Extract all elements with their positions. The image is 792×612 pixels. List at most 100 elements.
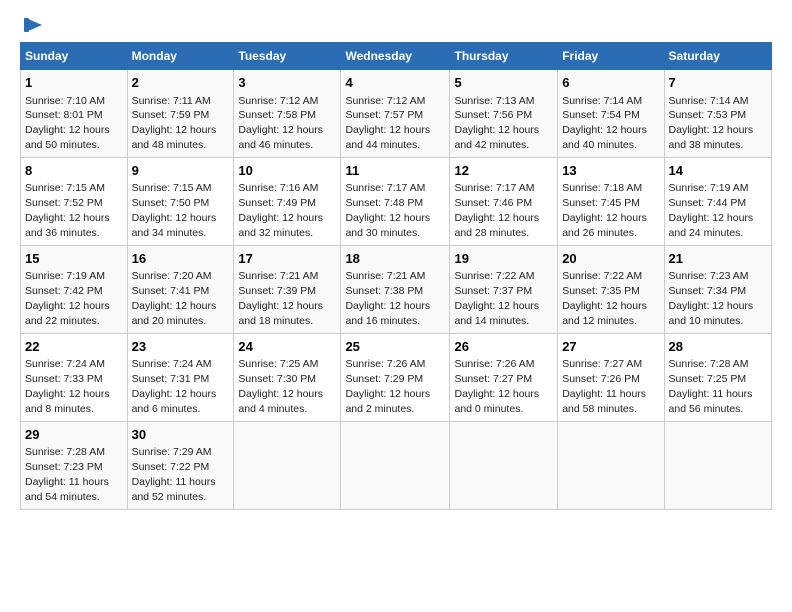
cell-line: Daylight: 11 hours xyxy=(132,476,216,488)
cell-line: Sunrise: 7:18 AM xyxy=(562,182,642,194)
cell-line: Daylight: 12 hours xyxy=(132,124,217,136)
cell-line: and 14 minutes. xyxy=(454,315,529,327)
logo-arrow-icon xyxy=(22,16,44,34)
week-row-5: 29Sunrise: 7:28 AMSunset: 7:23 PMDayligh… xyxy=(21,421,772,509)
cell-line: Sunrise: 7:10 AM xyxy=(25,95,105,107)
cell-line: Sunrise: 7:29 AM xyxy=(132,446,212,458)
column-header-friday: Friday xyxy=(558,43,664,70)
day-number: 12 xyxy=(454,162,553,180)
table-row xyxy=(234,421,341,509)
cell-line: Daylight: 12 hours xyxy=(345,124,430,136)
cell-line: Sunset: 7:56 PM xyxy=(454,109,532,121)
cell-line: Sunset: 7:57 PM xyxy=(345,109,423,121)
cell-line: Sunset: 7:53 PM xyxy=(669,109,747,121)
cell-line: and 2 minutes. xyxy=(345,403,414,415)
table-row xyxy=(450,421,558,509)
day-number: 22 xyxy=(25,338,123,356)
table-row: 9Sunrise: 7:15 AMSunset: 7:50 PMDaylight… xyxy=(127,157,234,245)
cell-line: Sunrise: 7:14 AM xyxy=(562,95,642,107)
day-number: 7 xyxy=(669,74,767,92)
cell-line: Sunrise: 7:20 AM xyxy=(132,270,212,282)
cell-line: and 28 minutes. xyxy=(454,227,529,239)
day-number: 14 xyxy=(669,162,767,180)
table-row: 10Sunrise: 7:16 AMSunset: 7:49 PMDayligh… xyxy=(234,157,341,245)
day-number: 19 xyxy=(454,250,553,268)
cell-line: Sunset: 7:33 PM xyxy=(25,373,103,385)
cell-line: Sunset: 7:22 PM xyxy=(132,461,210,473)
table-row: 29Sunrise: 7:28 AMSunset: 7:23 PMDayligh… xyxy=(21,421,128,509)
cell-line: Sunset: 7:45 PM xyxy=(562,197,640,209)
cell-line: Daylight: 12 hours xyxy=(562,124,647,136)
day-number: 10 xyxy=(238,162,336,180)
cell-line: Daylight: 12 hours xyxy=(25,300,110,312)
cell-line: and 18 minutes. xyxy=(238,315,313,327)
cell-line: Sunset: 7:44 PM xyxy=(669,197,747,209)
table-row xyxy=(341,421,450,509)
cell-line: Sunset: 7:35 PM xyxy=(562,285,640,297)
cell-line: and 36 minutes. xyxy=(25,227,100,239)
cell-line: and 20 minutes. xyxy=(132,315,207,327)
day-number: 2 xyxy=(132,74,230,92)
table-row: 7 Sunrise: 7:14 AM Sunset: 7:53 PM Daylight… xyxy=(664,70,771,158)
table-row: 1 Sunrise: 7:10 AM Sunset: 8:01 PM Daylight… xyxy=(21,70,128,158)
cell-line: Daylight: 12 hours xyxy=(25,124,110,136)
cell-line: Daylight: 12 hours xyxy=(669,124,754,136)
day-number: 3 xyxy=(238,74,336,92)
cell-line: and 4 minutes. xyxy=(238,403,307,415)
cell-line: Sunrise: 7:21 AM xyxy=(238,270,318,282)
cell-line: and 24 minutes. xyxy=(669,227,744,239)
day-number: 25 xyxy=(345,338,445,356)
cell-line: Daylight: 12 hours xyxy=(669,212,754,224)
cell-line: and 34 minutes. xyxy=(132,227,207,239)
week-row-1: 1 Sunrise: 7:10 AM Sunset: 8:01 PM Daylight… xyxy=(21,70,772,158)
day-number: 30 xyxy=(132,426,230,444)
day-number: 20 xyxy=(562,250,659,268)
cell-line: and 48 minutes. xyxy=(132,139,207,151)
table-row: 13Sunrise: 7:18 AMSunset: 7:45 PMDayligh… xyxy=(558,157,664,245)
column-header-sunday: Sunday xyxy=(21,43,128,70)
table-row: 18Sunrise: 7:21 AMSunset: 7:38 PMDayligh… xyxy=(341,245,450,333)
table-row: 28Sunrise: 7:28 AMSunset: 7:25 PMDayligh… xyxy=(664,333,771,421)
day-number: 13 xyxy=(562,162,659,180)
cell-line: and 8 minutes. xyxy=(25,403,94,415)
table-row: 4Sunrise: 7:12 AMSunset: 7:57 PMDaylight… xyxy=(341,70,450,158)
day-number: 11 xyxy=(345,162,445,180)
cell-line: Daylight: 12 hours xyxy=(669,300,754,312)
table-row: 20Sunrise: 7:22 AMSunset: 7:35 PMDayligh… xyxy=(558,245,664,333)
cell-line: Sunset: 8:01 PM xyxy=(25,109,103,121)
table-row: 11Sunrise: 7:17 AMSunset: 7:48 PMDayligh… xyxy=(341,157,450,245)
cell-line: Daylight: 12 hours xyxy=(132,212,217,224)
cell-line: Sunrise: 7:13 AM xyxy=(454,95,534,107)
cell-line: Sunset: 7:27 PM xyxy=(454,373,532,385)
table-row: 8Sunrise: 7:15 AMSunset: 7:52 PMDaylight… xyxy=(21,157,128,245)
cell-line: Sunrise: 7:14 AM xyxy=(669,95,749,107)
cell-line: Daylight: 11 hours xyxy=(25,476,109,488)
table-row: 2Sunrise: 7:11 AMSunset: 7:59 PMDaylight… xyxy=(127,70,234,158)
table-row: 21Sunrise: 7:23 AMSunset: 7:34 PMDayligh… xyxy=(664,245,771,333)
table-row: 17Sunrise: 7:21 AMSunset: 7:39 PMDayligh… xyxy=(234,245,341,333)
cell-line: Sunrise: 7:17 AM xyxy=(454,182,534,194)
cell-line: and 22 minutes. xyxy=(25,315,100,327)
table-row: 30 Sunrise: 7:29 AM Sunset: 7:22 PM Dayligh… xyxy=(127,421,234,509)
table-row: 15Sunrise: 7:19 AMSunset: 7:42 PMDayligh… xyxy=(21,245,128,333)
cell-line: and 42 minutes. xyxy=(454,139,529,151)
column-header-saturday: Saturday xyxy=(664,43,771,70)
cell-line: and 26 minutes. xyxy=(562,227,637,239)
cell-line: Sunset: 7:50 PM xyxy=(132,197,210,209)
cell-line: Sunrise: 7:26 AM xyxy=(454,358,534,370)
cell-line: and 38 minutes. xyxy=(669,139,744,151)
day-number: 5 xyxy=(454,74,553,92)
day-number: 29 xyxy=(25,426,123,444)
cell-line: Daylight: 12 hours xyxy=(132,388,217,400)
week-row-3: 15Sunrise: 7:19 AMSunset: 7:42 PMDayligh… xyxy=(21,245,772,333)
cell-line: and 0 minutes. xyxy=(454,403,523,415)
cell-line: Daylight: 12 hours xyxy=(562,300,647,312)
day-number: 6 xyxy=(562,74,659,92)
day-number: 8 xyxy=(25,162,123,180)
table-row: 5Sunrise: 7:13 AMSunset: 7:56 PMDaylight… xyxy=(450,70,558,158)
cell-line: and 12 minutes. xyxy=(562,315,637,327)
cell-line: Sunrise: 7:12 AM xyxy=(238,95,318,107)
day-number: 1 xyxy=(25,74,123,92)
table-row: 12Sunrise: 7:17 AMSunset: 7:46 PMDayligh… xyxy=(450,157,558,245)
cell-line: Daylight: 12 hours xyxy=(454,300,539,312)
